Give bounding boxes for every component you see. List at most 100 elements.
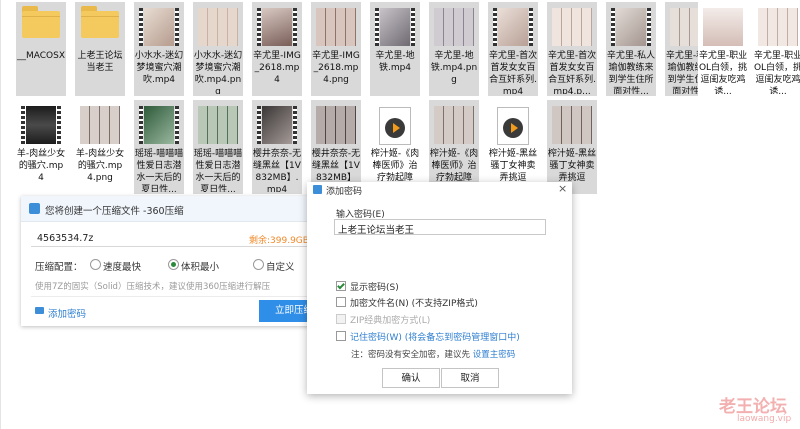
password-input-value: 上老王论坛当老王 (338, 225, 415, 236)
video-thumbnail-icon (257, 8, 297, 46)
option-custom-radio[interactable] (253, 259, 264, 270)
file-name: 羊-肉丝少女的骚穴.mp4 (16, 149, 66, 183)
file-tile[interactable]: __MACOSX (16, 2, 66, 96)
watermark-url: laowang.vip (737, 414, 792, 424)
compress-config-label: 压缩配置： (35, 262, 83, 273)
video-thumbnail-icon (493, 8, 533, 46)
compress-dialog: 您将创建一个压缩文件 -360压缩 4563534.7z 剩余:399.9GB … (21, 196, 319, 326)
show-password-checkbox[interactable] (336, 281, 346, 291)
file-name: 辛尤里-地铁.mp4 (375, 51, 415, 73)
zip-classic-checkbox (336, 314, 346, 324)
file-tile[interactable]: 辛尤里-首次首发女女百合互奸系列.mp4 (488, 2, 538, 96)
security-note-text: 注：密码没有安全加密，建议先 (351, 350, 471, 360)
image-thumbnail-icon (552, 8, 592, 46)
image-thumbnail-icon (434, 8, 474, 46)
option-smallest-label: 体积最小 (181, 262, 220, 273)
file-tile[interactable]: 羊-肉丝少女的骚穴.mp4.png (75, 100, 125, 194)
file-tile[interactable]: 小水水-迷幻梦境蜜穴潮吹.mp4.png (193, 2, 243, 96)
video-thumbnail-icon (611, 8, 651, 46)
file-name: 辛尤里-地铁.mp4.png (430, 51, 478, 85)
video-thumbnail-icon (375, 8, 415, 46)
file-name: 辛尤里-职业OL白领，挑逗闺友吃鸡诱... (698, 51, 748, 94)
file-name: 辛尤里-首次首发女女百合互奸系列.mp4 (488, 51, 538, 94)
file-tile[interactable]: 辛尤里-私人瑜伽教练来到学生住所面对性... (606, 2, 656, 96)
lock-icon (313, 185, 322, 194)
password-dialog-title: 添加密码 (326, 187, 363, 197)
file-tile[interactable]: 榨汁姬-《肉棒医师》治疗勃起障 (429, 100, 479, 194)
file-tile[interactable]: 瑶瑶-喵喵喵性爱日志潜水一天后的夏日性... (193, 100, 243, 194)
compress-hint: 使用7Z的固实（Solid）压缩技术，建议使用360压缩进行解压 (35, 282, 271, 292)
password-dialog-titlebar[interactable]: 添加密码 (307, 182, 572, 197)
archive-path-field[interactable]: 4563534.7z 剩余:399.9GB (31, 229, 317, 247)
file-name: 樱井奈奈-无缝黑丝【1V832MB】.mp4 (252, 149, 302, 192)
file-tile[interactable]: 羊-肉丝少女的骚穴.mp4 (16, 100, 66, 194)
file-tile[interactable]: 辛尤里-职业OL白领，挑逗闺友吃鸡诱... (753, 2, 800, 96)
file-tile[interactable]: 榨汁姬-黑丝骚丁女神卖弄挑逗 (488, 100, 538, 194)
set-master-password-link[interactable]: 设置主密码 (473, 350, 516, 360)
compress-dialog-titlebar[interactable]: 您将创建一个压缩文件 -360压缩 (21, 196, 319, 222)
file-tile[interactable]: 榨汁姬-黑丝骚丁女神卖弄挑逗 (547, 100, 597, 194)
remember-password-label: 记住密码(W) (将会备忘到密码管理窗口中) (350, 333, 520, 343)
video-thumbnail-icon (139, 8, 179, 46)
file-name: 辛尤里-私人瑜伽教练来到学生住所面对性... (606, 51, 656, 94)
option-fastest-radio[interactable] (90, 259, 101, 270)
video-thumbnail-icon (257, 106, 297, 144)
file-tile[interactable]: 榨汁姬-《肉棒医师》治疗勃起障 (370, 100, 420, 194)
add-password-link[interactable]: 添加密码 (48, 306, 86, 320)
file-tile[interactable]: 辛尤里-地铁.mp4 (370, 2, 420, 96)
folder-icon (22, 6, 60, 38)
option-custom-label: 自定义 (266, 262, 295, 273)
image-thumbnail-icon (316, 8, 356, 46)
option-smallest-radio[interactable] (168, 259, 179, 270)
security-note: 注：密码没有安全加密，建议先 设置主密码 (351, 348, 515, 360)
file-name: 小水水-迷幻梦境蜜穴潮吹.mp4 (134, 51, 184, 85)
file-name: 小水水-迷幻梦境蜜穴潮吹.mp4.png (193, 51, 243, 94)
remember-password-checkbox[interactable] (336, 331, 346, 341)
file-tile[interactable]: 辛尤里-IMG_2618.mp4 (252, 2, 302, 96)
file-explorer: __MACOSX 上老王论坛当老王 小水水-迷幻梦境蜜穴潮吹.mp4 小水水-迷… (0, 0, 800, 429)
file-tile[interactable]: 辛尤里-首次首发女女百合互奸系列.mp4.p... (547, 2, 597, 96)
file-name: 辛尤里-IMG_2618.mp4 (253, 51, 301, 85)
option-fastest-label: 速度最快 (103, 262, 142, 273)
file-tile[interactable]: 樱井奈奈-无缝黑丝【1V832MB】.mp4 (252, 100, 302, 194)
file-tile[interactable]: 小水水-迷幻梦境蜜穴潮吹.mp4 (134, 2, 184, 96)
file-name: 辛尤里-IMG_2618.mp4.png (312, 51, 360, 85)
lock-icon (35, 307, 44, 314)
image-thumbnail-icon (316, 106, 356, 144)
confirm-button[interactable]: 确认 (382, 368, 440, 388)
file-tile[interactable]: 辛尤里-IMG_2618.mp4.png (311, 2, 361, 96)
free-space-label: 剩余:399.9GB (249, 236, 309, 246)
image-thumbnail-icon (198, 8, 238, 46)
encrypt-filenames-checkbox[interactable] (336, 297, 346, 307)
file-name: 辛尤里-首次首发女女百合互奸系列.mp4.p... (547, 51, 597, 94)
file-name: 辛尤里-职业OL白领，挑逗闺友吃鸡诱... (753, 51, 800, 94)
image-thumbnail-icon (198, 106, 238, 144)
file-tile[interactable]: 上老王论坛当老王 (75, 2, 125, 96)
archive-path-value: 4563534.7z (37, 233, 94, 244)
password-input[interactable]: 上老王论坛当老王 (334, 219, 546, 236)
video-thumbnail-icon (139, 106, 179, 144)
media-file-icon (375, 106, 415, 145)
close-icon[interactable]: × (558, 182, 567, 195)
media-file-icon (493, 106, 533, 145)
archive-app-icon (29, 203, 40, 214)
image-thumbnail-icon (80, 106, 120, 144)
file-name: 瑶瑶-喵喵喵性爱日志潜水一天后的夏日性... (134, 149, 184, 192)
cancel-button[interactable]: 取消 (441, 368, 499, 388)
show-password-label: 显示密码(S) (350, 283, 399, 293)
file-tile[interactable]: 辛尤里-地铁.mp4.png (429, 2, 479, 96)
file-name: 瑶瑶-喵喵喵性爱日志潜水一天后的夏日性... (193, 149, 243, 192)
encrypt-filenames-label: 加密文件名(N) (不支持ZIP格式) (350, 299, 478, 309)
file-tile[interactable]: 辛尤里-职业OL白领，挑逗闺友吃鸡诱... (698, 2, 748, 96)
image-thumbnail-icon (703, 8, 743, 46)
add-password-dialog: 添加密码 × 输入密码(E) 上老王论坛当老王 显示密码(S) 加密文件名(N)… (307, 182, 572, 394)
file-tile[interactable]: 瑶瑶-喵喵喵性爱日志潜水一天后的夏日性... (134, 100, 184, 194)
image-thumbnail-icon (552, 106, 592, 144)
file-name: 羊-肉丝少女的骚穴.mp4.png (75, 149, 125, 183)
video-thumbnail-icon (21, 106, 61, 144)
file-name: __MACOSX (16, 51, 65, 61)
file-tile[interactable]: 樱井奈奈-无缝黑丝【1V832MB】 (311, 100, 361, 194)
zip-classic-label: ZIP经典加密方式(L) (350, 316, 431, 326)
divider (31, 296, 313, 297)
file-name: 上老王论坛当老王 (77, 51, 123, 73)
